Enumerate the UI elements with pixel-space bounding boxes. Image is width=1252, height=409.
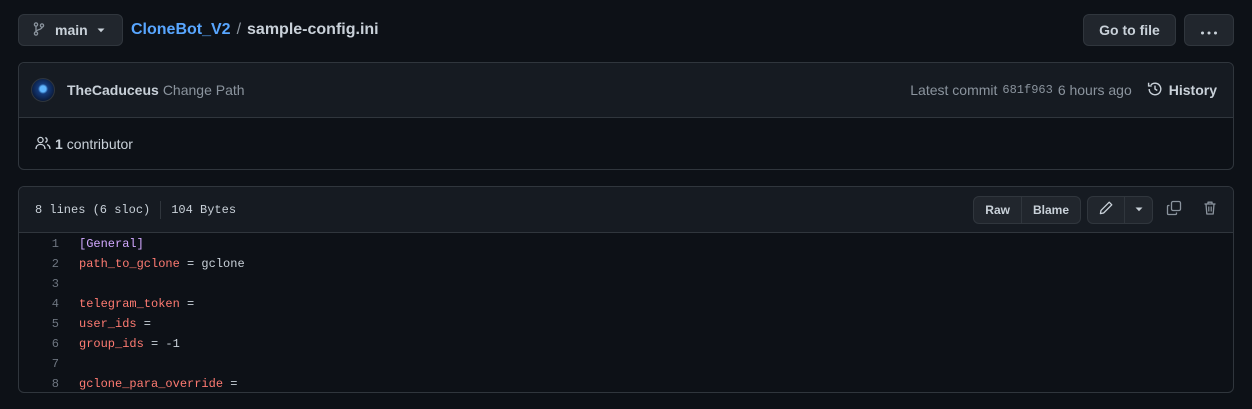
caret-down-icon — [1134, 203, 1144, 217]
code-line: 4 telegram_token = — [19, 294, 1233, 314]
line-content: gclone_para_override = — [59, 377, 237, 391]
breadcrumb: CloneBot_V2 / sample-config.ini — [131, 21, 379, 39]
file-lines-info: 8 lines (6 sloc) — [35, 202, 151, 217]
copy-raw-button[interactable] — [1159, 196, 1189, 224]
line-content: [General] — [59, 237, 144, 251]
edit-group — [1087, 195, 1153, 224]
branch-icon — [31, 21, 47, 40]
file-viewer: 8 lines (6 sloc) 104 Bytes Raw Blame 1 [… — [18, 186, 1234, 393]
commit-header: TheCaduceus Change Path Latest commit 68… — [19, 63, 1233, 118]
branch-label: main — [55, 22, 88, 38]
file-header: 8 lines (6 sloc) 104 Bytes Raw Blame — [19, 187, 1233, 233]
header-divider — [160, 200, 162, 219]
code-line: 3 — [19, 274, 1233, 294]
branch-selector-button[interactable]: main — [18, 14, 123, 46]
breadcrumb-file-name: sample-config.ini — [247, 21, 379, 38]
ini-value: = — [136, 317, 152, 331]
raw-blame-group: Raw Blame — [973, 195, 1081, 224]
file-actions: Raw Blame — [973, 195, 1225, 224]
line-number[interactable]: 5 — [19, 317, 59, 331]
ini-key: telegram_token — [79, 297, 180, 311]
ini-value: = — [179, 297, 195, 311]
people-icon — [35, 135, 51, 154]
line-content: path_to_gclone = gclone — [59, 257, 245, 271]
line-number[interactable]: 4 — [19, 297, 59, 311]
file-navigation-actions: Go to file — [1083, 14, 1234, 46]
author-avatar[interactable] — [31, 78, 55, 102]
line-number[interactable]: 6 — [19, 337, 59, 351]
blame-button[interactable]: Blame — [1020, 196, 1080, 223]
go-to-file-button[interactable]: Go to file — [1083, 14, 1176, 46]
ini-key: gclone_para_override — [79, 377, 224, 391]
history-icon — [1147, 81, 1163, 100]
code-line: 8 gclone_para_override = — [19, 374, 1233, 392]
file-size: 104 Bytes — [171, 202, 237, 217]
line-number[interactable]: 1 — [19, 237, 59, 251]
line-number[interactable]: 8 — [19, 377, 59, 391]
history-link[interactable]: History — [1147, 81, 1217, 100]
file-navigation: main CloneBot_V2 / sample-config.ini Go … — [18, 14, 1234, 46]
code-line: 6 group_ids = -1 — [19, 334, 1233, 354]
breadcrumb-separator: / — [236, 21, 242, 38]
pencil-icon — [1098, 200, 1114, 219]
code-line: 7 — [19, 354, 1233, 374]
ini-value: = — [223, 377, 238, 391]
contributor-label: contributor — [66, 136, 133, 152]
ini-value: = gclone — [179, 257, 245, 271]
edit-button[interactable] — [1088, 197, 1124, 223]
latest-commit-label: Latest commit — [910, 82, 998, 98]
copy-icon — [1166, 200, 1182, 219]
commit-message[interactable]: Change Path — [163, 82, 245, 98]
edit-dropdown-button[interactable] — [1124, 196, 1152, 223]
ini-key: group_ids — [79, 337, 144, 351]
trash-icon — [1202, 200, 1218, 219]
kebab-horizontal-icon — [1200, 22, 1218, 38]
code-view: 1 [General] 2 path_to_gclone = gclone 3 … — [19, 233, 1233, 392]
line-content: user_ids = — [59, 317, 151, 331]
breadcrumb-repo-link[interactable]: CloneBot_V2 — [131, 21, 231, 39]
history-label: History — [1168, 82, 1217, 98]
latest-commit-box: TheCaduceus Change Path Latest commit 68… — [18, 62, 1234, 170]
caret-down-icon — [96, 22, 106, 38]
ini-key: user_ids — [79, 317, 137, 331]
delete-file-button[interactable] — [1195, 196, 1225, 224]
line-content: telegram_token = — [59, 297, 194, 311]
code-line: 1 [General] — [19, 234, 1233, 254]
commit-sha-link[interactable]: 681f963 — [1002, 83, 1052, 97]
line-number[interactable]: 7 — [19, 357, 59, 371]
contributor-count: 1 — [55, 136, 63, 152]
code-line: 2 path_to_gclone = gclone — [19, 254, 1233, 274]
raw-button[interactable]: Raw — [974, 197, 1021, 223]
ini-key: path_to_gclone — [79, 257, 180, 271]
line-number[interactable]: 2 — [19, 257, 59, 271]
commit-author[interactable]: TheCaduceus — [67, 82, 159, 98]
line-content: group_ids = -1 — [59, 337, 180, 351]
contributors-row[interactable]: 1 contributor — [19, 118, 1233, 170]
ini-value: = -1 — [143, 337, 180, 351]
commit-meta: Latest commit 681f963 6 hours ago Histor… — [910, 81, 1217, 100]
commit-time: 6 hours ago — [1057, 82, 1132, 98]
line-number[interactable]: 3 — [19, 277, 59, 291]
code-line: 5 user_ids = — [19, 314, 1233, 334]
ini-section: [General] — [79, 237, 144, 251]
more-options-button[interactable] — [1184, 14, 1234, 46]
